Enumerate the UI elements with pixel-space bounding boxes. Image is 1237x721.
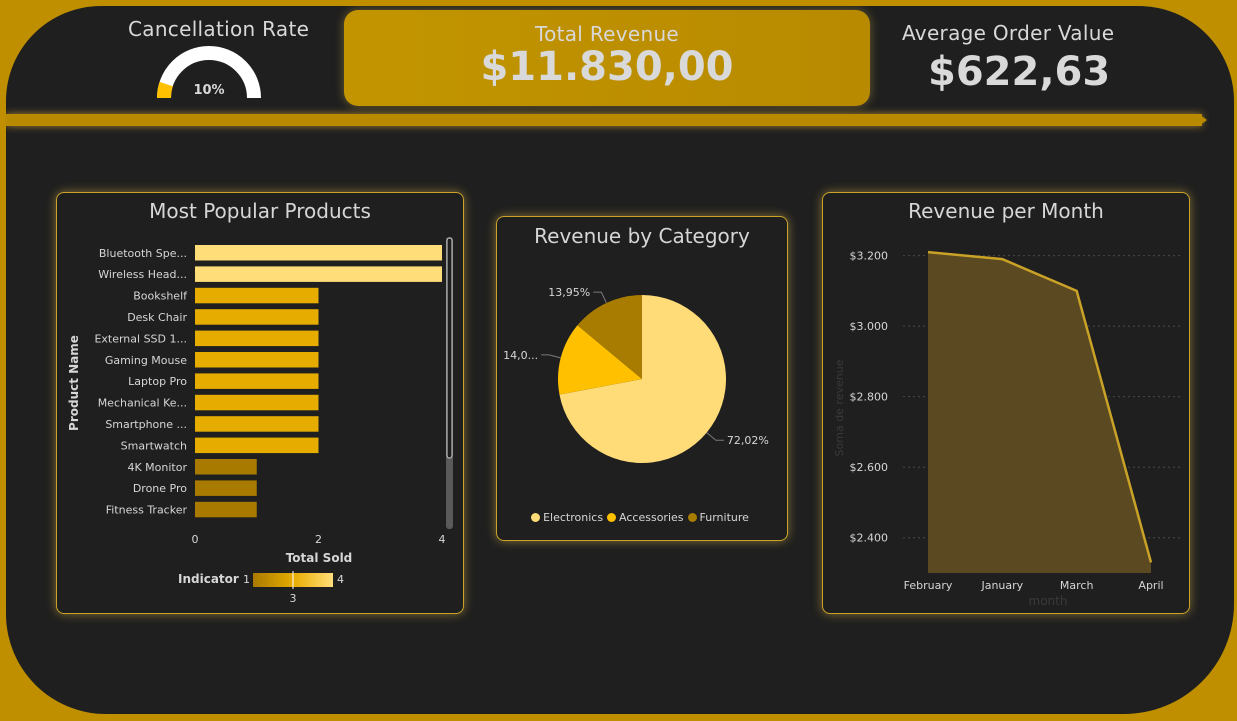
header-divider-tip bbox=[1199, 114, 1207, 126]
aov-title: Average Order Value bbox=[902, 21, 1115, 45]
bar[interactable] bbox=[195, 330, 319, 347]
y-tick-label: $2.400 bbox=[850, 532, 889, 545]
dashboard-frame: Cancellation Rate 10% Total Revenue $11.… bbox=[0, 0, 1237, 721]
popular-products-chart: Bluetooth Spe... Wireless Head... Bookshel… bbox=[67, 237, 453, 605]
x-tick-label: 2 bbox=[315, 533, 322, 546]
legend-dot-icon bbox=[531, 513, 541, 522]
x-axis-title: Total Sold bbox=[286, 551, 353, 565]
pie-legend-label: Accessories bbox=[619, 511, 684, 524]
x-tick-label: 4 bbox=[439, 533, 446, 546]
y-axis-title: Product Name bbox=[67, 335, 81, 431]
bar[interactable] bbox=[195, 352, 319, 368]
pie-legend-item[interactable]: Accessories bbox=[607, 511, 684, 524]
dashboard-canvas: Cancellation Rate 10% Total Revenue $11.… bbox=[6, 6, 1234, 714]
legend-dot-icon bbox=[687, 513, 697, 522]
bar[interactable] bbox=[195, 437, 319, 454]
cancellation-rate-value: 10% bbox=[193, 83, 224, 98]
x-tick-label: January bbox=[980, 579, 1023, 592]
bar-category-label: Gaming Mouse bbox=[105, 354, 187, 367]
bar-category-label: Smartwatch bbox=[121, 439, 187, 452]
pie-legend-item[interactable]: Furniture bbox=[687, 511, 749, 524]
bar[interactable] bbox=[195, 394, 319, 411]
pie-data-label: 13,95% bbox=[548, 286, 590, 299]
popular-products-panel: Most Popular Products Bluetooth Spe... Wi… bbox=[56, 192, 464, 614]
aov-value: $622,63 bbox=[928, 49, 1111, 95]
cancellation-gauge: 10% bbox=[156, 46, 261, 99]
bar[interactable] bbox=[195, 245, 442, 261]
revenue-month-panel: Revenue per Month $2.400 $2.600 $2.800 $3.0… bbox=[822, 192, 1190, 614]
legend-title: Indicator bbox=[178, 572, 239, 586]
legend-min: 1 bbox=[243, 573, 250, 586]
pie-leader-line bbox=[541, 354, 561, 359]
x-tick-label: April bbox=[1138, 579, 1163, 592]
total-revenue-value: $11.830,00 bbox=[480, 44, 734, 90]
bar[interactable] bbox=[195, 501, 257, 518]
pie-data-label: 14,0... bbox=[503, 349, 538, 362]
bar-category-label: Desk Chair bbox=[127, 311, 187, 324]
pie-legend-label: Furniture bbox=[699, 511, 749, 524]
bar-category-label: Bookshelf bbox=[133, 290, 188, 303]
bar[interactable] bbox=[195, 287, 319, 304]
gauge-fill bbox=[156, 81, 173, 99]
y-tick-label: $3.000 bbox=[850, 320, 889, 333]
bar-category-label: Laptop Pro bbox=[128, 375, 187, 388]
legend-dot-icon bbox=[607, 513, 617, 522]
pie-legend: Electronics Accessories Furniture bbox=[497, 511, 787, 524]
bar[interactable] bbox=[195, 480, 257, 496]
pie-legend-item[interactable]: Electronics bbox=[531, 511, 603, 524]
bar-category-label: Fitness Tracker bbox=[106, 504, 188, 517]
bar[interactable] bbox=[195, 373, 319, 389]
bar-category-label: Drone Pro bbox=[133, 482, 187, 495]
y-tick-label: $2.800 bbox=[850, 391, 889, 404]
revenue-category-chart: 72,02% 14,0... 13,95% bbox=[503, 286, 769, 463]
x-tick-label: March bbox=[1060, 579, 1094, 592]
bar-category-label: Mechanical Ke... bbox=[98, 397, 187, 410]
area-fill bbox=[928, 252, 1151, 574]
legend-max: 4 bbox=[337, 573, 344, 586]
pie-leader-line bbox=[706, 432, 724, 441]
total-revenue-card: Total Revenue $11.830,00 bbox=[344, 10, 870, 106]
bar[interactable] bbox=[195, 309, 319, 325]
pie-leader-line bbox=[593, 291, 607, 304]
bar-category-label: Bluetooth Spe... bbox=[99, 247, 187, 260]
pie-data-label: 72,02% bbox=[727, 434, 769, 447]
bar[interactable] bbox=[195, 266, 442, 282]
revenue-month-chart: $2.400 $2.600 $2.800 $3.000 $3.200 February Ja… bbox=[833, 250, 1183, 608]
cancellation-rate-title: Cancellation Rate bbox=[128, 17, 310, 41]
bar-category-label: External SSD 1... bbox=[94, 332, 187, 345]
bar-category-label: Wireless Head... bbox=[98, 268, 187, 281]
y-tick-label: $3.200 bbox=[850, 250, 889, 263]
bar-category-label: Smartphone ... bbox=[105, 418, 187, 431]
area-y-axis-title: Soma de revenue bbox=[833, 359, 846, 456]
pie-legend-label: Electronics bbox=[543, 511, 604, 524]
header-divider bbox=[6, 114, 1202, 126]
bar-category-label: 4K Monitor bbox=[127, 461, 187, 474]
x-tick-label: 0 bbox=[192, 533, 199, 546]
revenue-category-panel: Revenue by Category 72,02% 14,0... 13,95% … bbox=[496, 216, 788, 541]
y-tick-label: $2.600 bbox=[850, 461, 889, 474]
scrollbar-thumb[interactable] bbox=[446, 237, 453, 459]
bar[interactable] bbox=[195, 416, 319, 432]
bar[interactable] bbox=[195, 459, 257, 475]
total-revenue-title: Total Revenue bbox=[534, 22, 680, 46]
legend-mid: 3 bbox=[290, 592, 297, 605]
x-tick-label: February bbox=[904, 579, 953, 592]
area-x-axis-title: month bbox=[1029, 594, 1068, 608]
